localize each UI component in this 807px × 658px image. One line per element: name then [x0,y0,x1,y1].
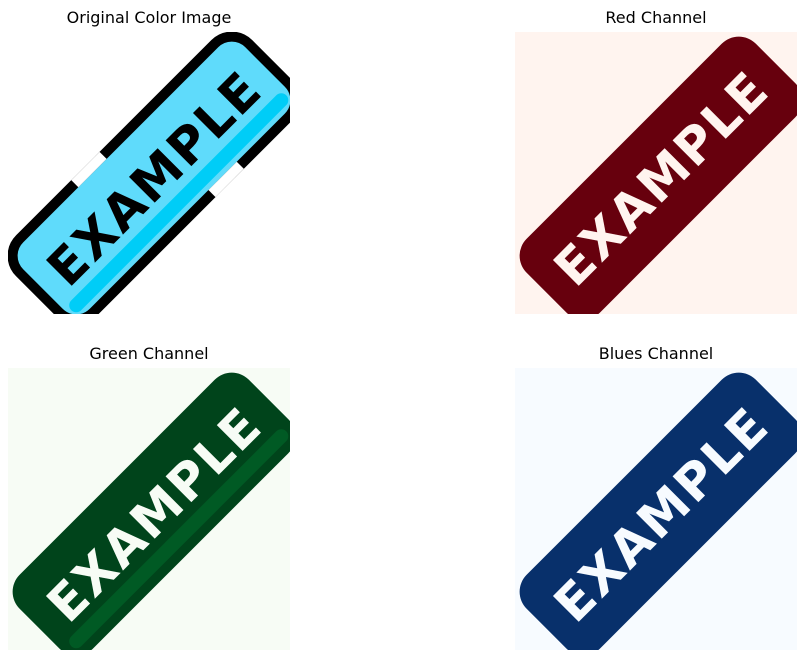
panel-title: Red Channel [605,8,707,27]
panel-title: Green Channel [89,344,209,363]
panel-title: Original Color Image [66,8,232,27]
image-green-channel: EXAMPLE [8,368,290,650]
panel-title: Blues Channel [598,344,714,363]
stamp-image: EXAMPLE [8,32,290,314]
stamp-image: EXAMPLE [515,368,797,650]
stamp-image: EXAMPLE [515,32,797,314]
image-original: EXAMPLE [8,32,290,314]
image-red-channel: EXAMPLE [515,32,797,314]
image-blue-channel: EXAMPLE [515,368,797,650]
stamp-image: EXAMPLE [8,368,290,650]
